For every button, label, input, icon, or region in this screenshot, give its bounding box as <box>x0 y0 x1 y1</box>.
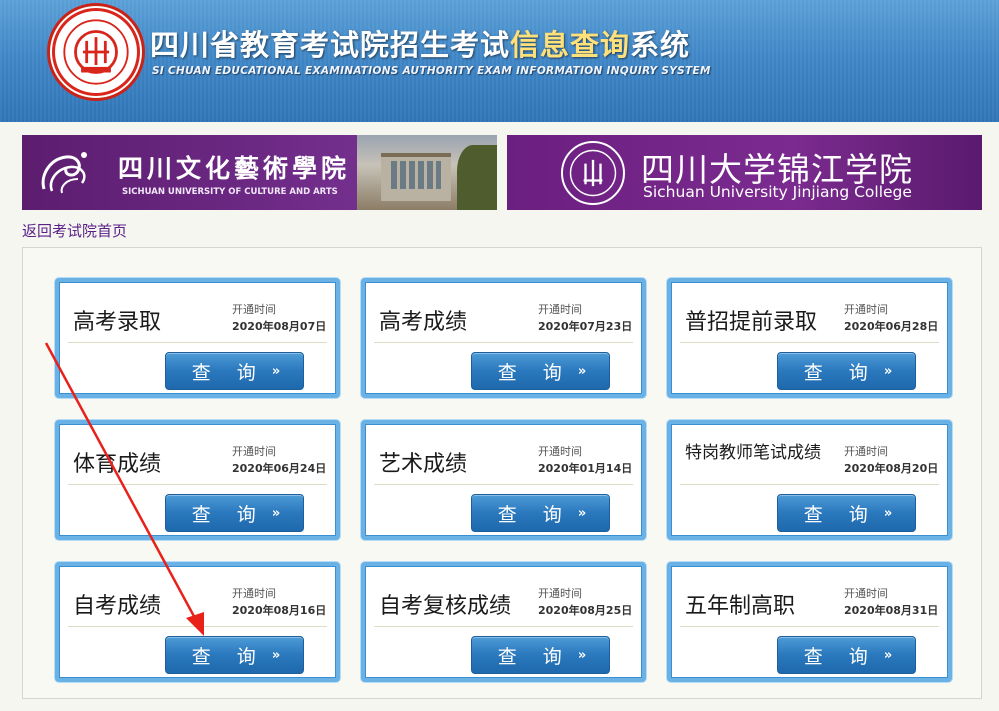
query-button[interactable]: 查 询» <box>777 494 916 532</box>
card-title: 高考成绩 <box>379 310 468 335</box>
query-button[interactable]: 查 询» <box>777 352 916 390</box>
card-title: 特岗教师笔试成绩 <box>685 443 821 463</box>
divider <box>374 626 633 627</box>
open-time-label: 开通时间 <box>844 445 888 458</box>
divider <box>680 484 939 485</box>
divider <box>68 484 327 485</box>
query-button[interactable]: 查 询» <box>777 636 916 674</box>
banner-sichuan-jinjiang[interactable]: 四川大学锦江学院 Sichuan University Jinjiang Col… <box>507 135 982 210</box>
double-chevron-right-icon: » <box>271 505 281 521</box>
university-seal-icon <box>561 141 625 205</box>
card-gaokao-admission: 高考录取 开通时间 2020年08月07日 查 询» <box>55 278 340 398</box>
divider <box>68 626 327 627</box>
card-self-study-review-scores: 自考复核成绩 开通时间 2020年08月25日 查 询» <box>361 562 646 682</box>
card-teacher-exam-scores: 特岗教师笔试成绩 开通时间 2020年08月20日 查 询» <box>667 420 952 540</box>
card-title: 自考复核成绩 <box>379 594 512 619</box>
open-date: 2020年08月25日 <box>538 604 633 617</box>
query-button[interactable]: 查 询» <box>165 494 304 532</box>
divider <box>374 342 633 343</box>
open-time-label: 开通时间 <box>844 587 888 600</box>
card-title: 高考录取 <box>73 310 162 335</box>
query-button[interactable]: 查 询» <box>471 352 610 390</box>
site-title-highlight: 信息查询 <box>510 28 631 62</box>
open-date: 2020年07月23日 <box>538 320 633 333</box>
open-time-label: 开通时间 <box>232 445 276 458</box>
card-title: 五年制高职 <box>685 594 796 619</box>
back-to-homepage-link[interactable]: 返回考试院首页 <box>22 220 127 241</box>
open-date: 2020年08月16日 <box>232 604 327 617</box>
banner-left-name-en: SICHUAN UNIVERSITY OF CULTURE AND ARTS <box>122 187 338 197</box>
double-chevron-right-icon: » <box>577 363 587 379</box>
divider <box>680 342 939 343</box>
card-art-scores: 艺术成绩 开通时间 2020年01月14日 查 询» <box>361 420 646 540</box>
double-chevron-right-icon: » <box>577 647 587 663</box>
banner-sichuan-culture-arts[interactable]: 四川文化藝術學院 SICHUAN UNIVERSITY OF CULTURE A… <box>22 135 497 210</box>
swirl-logo-icon <box>36 145 98 197</box>
card-early-admission: 普招提前录取 开通时间 2020年06月28日 查 询» <box>667 278 952 398</box>
divider <box>374 484 633 485</box>
open-time-label: 开通时间 <box>538 445 582 458</box>
open-date: 2020年08月20日 <box>844 462 939 475</box>
card-gaokao-scores: 高考成绩 开通时间 2020年07月23日 查 询» <box>361 278 646 398</box>
card-title: 艺术成绩 <box>379 452 468 477</box>
site-title: 四川省教育考试院招生考试信息查询系统 <box>150 28 691 62</box>
double-chevron-right-icon: » <box>883 363 893 379</box>
query-button[interactable]: 查 询» <box>165 352 304 390</box>
double-chevron-right-icon: » <box>271 647 281 663</box>
exam-authority-logo-icon <box>52 8 140 96</box>
query-button[interactable]: 查 询» <box>165 636 304 674</box>
query-button[interactable]: 查 询» <box>471 636 610 674</box>
site-subtitle: SI CHUAN EDUCATIONAL EXAMINATIONS AUTHOR… <box>152 65 711 77</box>
open-time-label: 开通时间 <box>844 303 888 316</box>
divider <box>680 626 939 627</box>
double-chevron-right-icon: » <box>271 363 281 379</box>
site-header: 四川省教育考试院招生考试信息查询系统 SI CHUAN EDUCATIONAL … <box>0 0 999 122</box>
banner-left-name-cn: 四川文化藝術學院 <box>118 154 351 183</box>
double-chevron-right-icon: » <box>883 505 893 521</box>
card-title: 自考成绩 <box>73 594 162 619</box>
open-time-label: 开通时间 <box>232 587 276 600</box>
open-date: 2020年08月07日 <box>232 320 327 333</box>
open-time-label: 开通时间 <box>232 303 276 316</box>
card-title: 普招提前录取 <box>685 310 818 335</box>
divider <box>68 342 327 343</box>
card-title: 体育成绩 <box>73 452 162 477</box>
open-date: 2020年06月24日 <box>232 462 327 475</box>
open-time-label: 开通时间 <box>538 303 582 316</box>
banner-right-name-en: Sichuan University Jinjiang College <box>643 183 912 201</box>
campus-photo <box>357 135 497 210</box>
query-card-grid: 高考录取 开通时间 2020年08月07日 查 询» 高考成绩 开通时间 202… <box>22 247 982 699</box>
card-five-year-vocational: 五年制高职 开通时间 2020年08月31日 查 询» <box>667 562 952 682</box>
open-date: 2020年08月31日 <box>844 604 939 617</box>
open-date: 2020年06月28日 <box>844 320 939 333</box>
card-self-study-scores: 自考成绩 开通时间 2020年08月16日 查 询» <box>55 562 340 682</box>
card-pe-scores: 体育成绩 开通时间 2020年06月24日 查 询» <box>55 420 340 540</box>
double-chevron-right-icon: » <box>577 505 587 521</box>
query-button[interactable]: 查 询» <box>471 494 610 532</box>
double-chevron-right-icon: » <box>883 647 893 663</box>
open-time-label: 开通时间 <box>538 587 582 600</box>
open-date: 2020年01月14日 <box>538 462 633 475</box>
